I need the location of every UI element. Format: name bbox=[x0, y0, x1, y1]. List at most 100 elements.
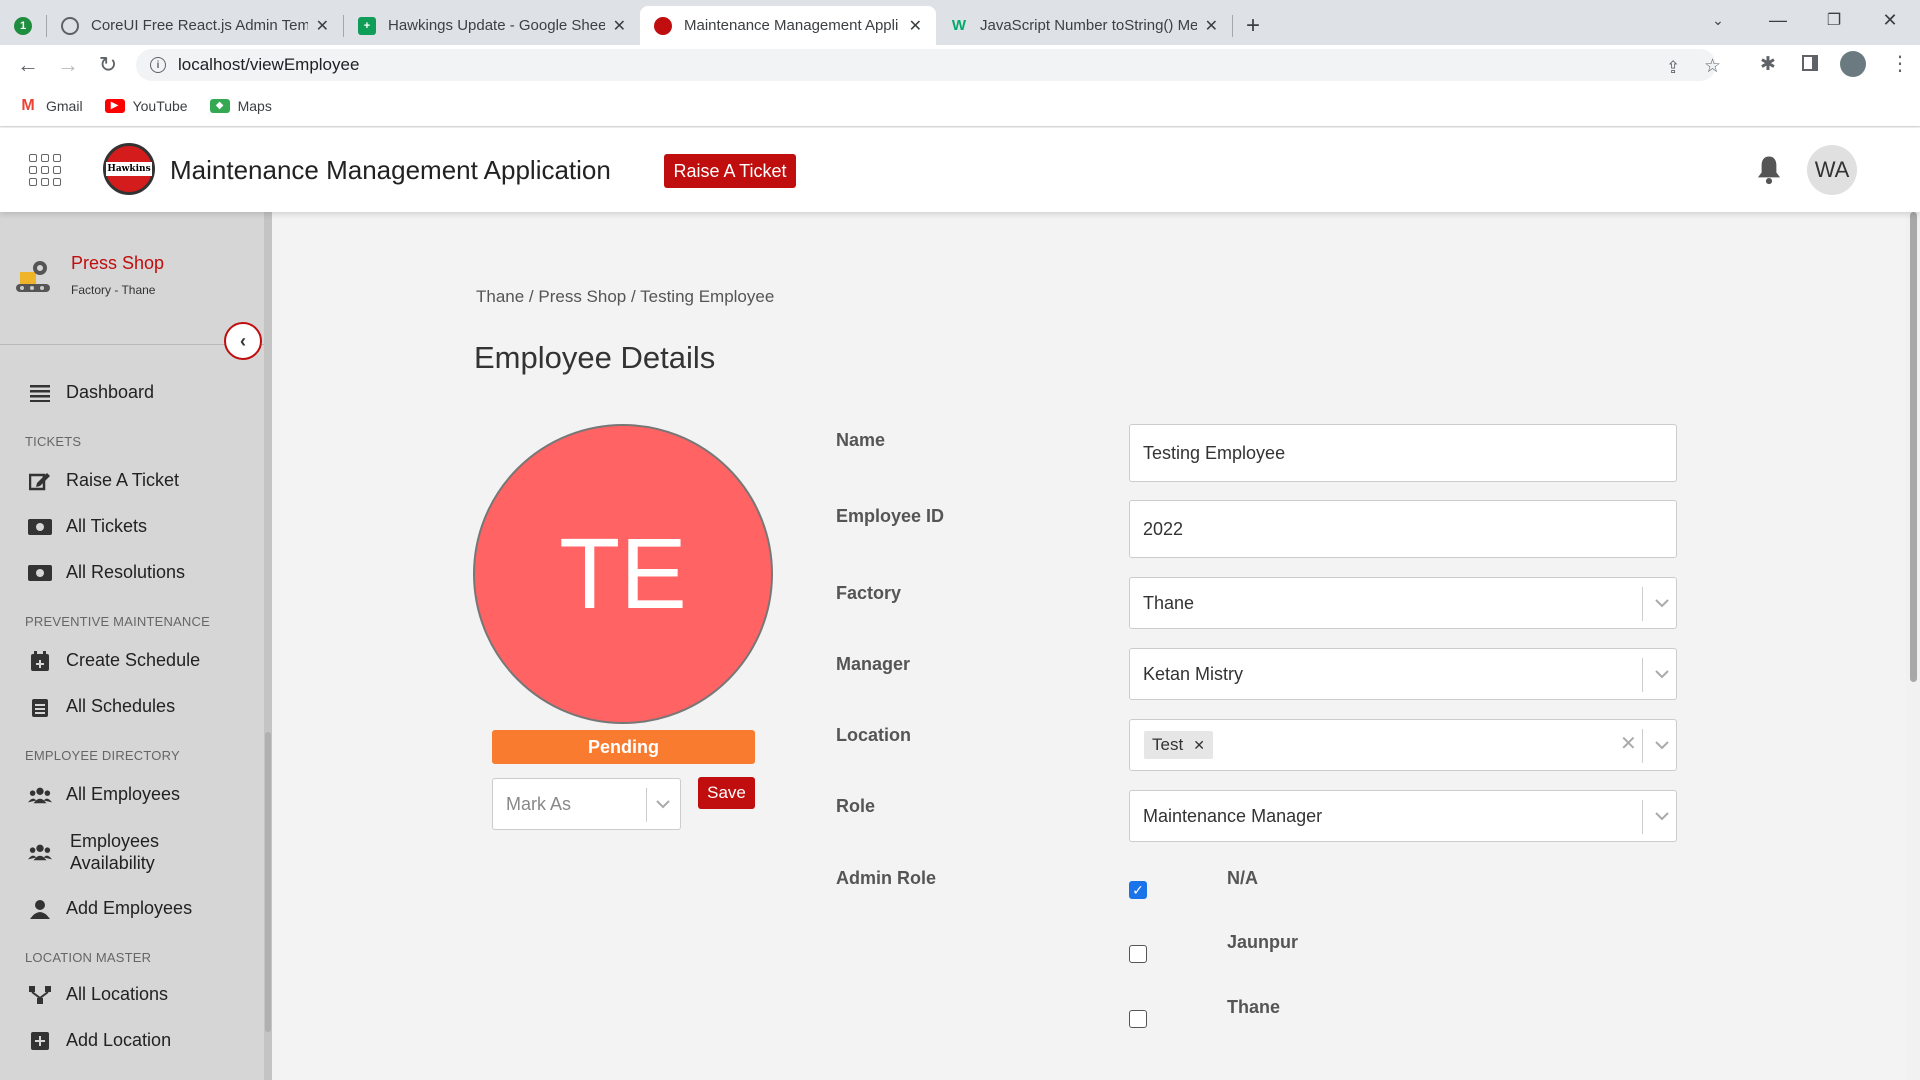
shop-subtitle: Factory - Thane bbox=[71, 283, 156, 297]
profile-avatar[interactable] bbox=[1840, 51, 1866, 77]
name-label: Name bbox=[836, 430, 886, 450]
resolution-icon bbox=[28, 563, 52, 583]
manager-value: Ketan Mistry bbox=[1143, 663, 1244, 684]
admin-role-na-checkbox[interactable]: ✓ bbox=[1129, 881, 1147, 899]
plus-square-icon bbox=[28, 1031, 52, 1051]
page-title: Employee Details bbox=[474, 340, 716, 375]
sidebar-item-raise-ticket[interactable]: Raise A Ticket bbox=[28, 470, 179, 491]
close-tab-icon[interactable]: ✕ bbox=[316, 16, 329, 36]
employee-avatar: TE bbox=[473, 424, 773, 724]
sheets-favicon-icon: + bbox=[358, 16, 376, 35]
sidebar-item-all-locations[interactable]: All Locations bbox=[28, 984, 168, 1005]
raise-ticket-button[interactable]: Raise A Ticket bbox=[664, 154, 796, 188]
bookmark-youtube[interactable]: ▶ YouTube bbox=[104, 98, 188, 114]
press-shop-icon bbox=[16, 261, 50, 292]
sidebar-item-dashboard[interactable]: Dashboard bbox=[28, 382, 154, 403]
site-info-icon[interactable]: i bbox=[150, 57, 166, 73]
admin-role-jaunpur-label: Jaunpur bbox=[1227, 932, 1299, 952]
minimize-button[interactable]: — bbox=[1750, 0, 1806, 40]
url-input[interactable]: i localhost/viewEmployee ⇪ ☆ bbox=[136, 49, 1721, 81]
manager-select[interactable]: Ketan Mistry bbox=[1129, 648, 1677, 700]
close-window-button[interactable]: ✕ bbox=[1862, 0, 1918, 40]
notification-bell-icon[interactable] bbox=[1754, 154, 1784, 186]
admin-role-label: Admin Role bbox=[836, 868, 937, 888]
factory-value: Thane bbox=[1143, 592, 1195, 613]
apps-grid-icon[interactable] bbox=[29, 154, 61, 186]
select-separator bbox=[1642, 729, 1643, 763]
sidebar-item-employees-availability[interactable]: Employees Availability bbox=[28, 830, 159, 874]
role-select[interactable]: Maintenance Manager bbox=[1129, 790, 1677, 842]
browser-menu-icon[interactable]: ⋮ bbox=[1890, 51, 1910, 76]
location-multiselect[interactable]: Test ✕ ✕ bbox=[1129, 719, 1677, 771]
sidebar-item-all-schedules[interactable]: All Schedules bbox=[28, 696, 175, 717]
remove-tag-icon[interactable]: ✕ bbox=[1193, 737, 1205, 754]
tab-maintenance-app[interactable]: Maintenance Management Appli ✕ bbox=[640, 6, 936, 45]
tab-pinned[interactable]: 1 bbox=[0, 6, 46, 45]
admin-role-jaunpur-checkbox[interactable] bbox=[1129, 945, 1147, 963]
back-arrow-icon[interactable]: ← bbox=[8, 47, 48, 83]
factory-select[interactable]: Thane bbox=[1129, 577, 1677, 629]
section-location-master: LOCATION MASTER bbox=[25, 950, 152, 965]
chevron-down-icon[interactable] bbox=[1652, 664, 1672, 684]
tab-search-icon[interactable]: ⌄ bbox=[1690, 0, 1746, 40]
chevron-down-icon[interactable] bbox=[1652, 593, 1672, 613]
location-label: Location bbox=[836, 725, 911, 745]
forward-arrow-icon[interactable]: → bbox=[48, 47, 88, 83]
reload-icon[interactable]: ↻ bbox=[88, 47, 128, 83]
status-badge: Pending bbox=[492, 730, 755, 764]
tab-javascript[interactable]: W JavaScript Number toString() Me ✕ bbox=[936, 6, 1232, 45]
calendar-plus-icon bbox=[28, 650, 52, 671]
sidebar-item-add-location[interactable]: Add Location bbox=[28, 1030, 171, 1051]
hawkins-favicon-icon bbox=[654, 16, 672, 35]
location-tag-label: Test bbox=[1152, 735, 1184, 754]
tab-title: Maintenance Management Appli bbox=[684, 17, 899, 34]
chevron-down-icon[interactable] bbox=[653, 794, 673, 814]
side-panel-icon[interactable] bbox=[1802, 55, 1818, 71]
gmail-icon: M bbox=[18, 97, 38, 114]
sidebar-item-all-employees[interactable]: All Employees bbox=[28, 784, 180, 805]
tab-google-sheet[interactable]: + Hawkings Update - Google Sheet ✕ bbox=[344, 6, 640, 45]
restore-button[interactable]: ❐ bbox=[1806, 0, 1862, 40]
tab-coreui[interactable]: CoreUI Free React.js Admin Temp ✕ bbox=[47, 6, 343, 45]
select-separator bbox=[646, 788, 647, 822]
chevron-down-icon[interactable] bbox=[1652, 806, 1672, 826]
mark-as-select[interactable]: Mark As bbox=[492, 778, 681, 830]
app-header: Hawkins Maintenance Management Applicati… bbox=[0, 128, 1920, 212]
page-scrollbar[interactable] bbox=[1906, 212, 1920, 1080]
users-icon bbox=[28, 785, 52, 805]
address-bar: ← → ↻ i localhost/viewEmployee ⇪ ☆ ✱ ⋮ bbox=[0, 45, 1920, 85]
share-icon[interactable]: ⇪ bbox=[1666, 58, 1680, 78]
name-field[interactable]: Testing Employee bbox=[1129, 424, 1677, 482]
sidebar-scrollbar[interactable] bbox=[264, 212, 272, 1080]
bookmark-gmail[interactable]: M Gmail bbox=[18, 97, 83, 114]
admin-role-thane-label: Thane bbox=[1227, 997, 1281, 1017]
sidebar-item-label: Create Schedule bbox=[66, 650, 201, 670]
close-tab-icon[interactable]: ✕ bbox=[613, 16, 626, 36]
sidebar-item-all-resolutions[interactable]: All Resolutions bbox=[28, 562, 185, 583]
close-tab-icon[interactable]: ✕ bbox=[909, 16, 922, 36]
manager-label: Manager bbox=[836, 654, 911, 674]
menu-lines-icon bbox=[28, 383, 52, 403]
sidebar-item-add-employees[interactable]: Add Employees bbox=[28, 898, 192, 919]
extensions-icon[interactable]: ✱ bbox=[1760, 53, 1776, 76]
close-tab-icon[interactable]: ✕ bbox=[1205, 16, 1218, 36]
bookmark-maps[interactable]: ◆ Maps bbox=[209, 98, 272, 114]
user-avatar[interactable]: WA bbox=[1807, 145, 1857, 195]
tab-favicon-icon: 1 bbox=[14, 16, 32, 35]
network-icon bbox=[28, 985, 52, 1005]
location-tag: Test ✕ bbox=[1144, 731, 1213, 759]
save-button[interactable]: Save bbox=[698, 777, 755, 809]
sidebar-item-label: Add Location bbox=[66, 1030, 172, 1050]
employee-id-field[interactable]: 2022 bbox=[1129, 500, 1677, 558]
admin-role-thane-checkbox[interactable] bbox=[1129, 1010, 1147, 1028]
collapse-sidebar-button[interactable]: ‹ bbox=[224, 322, 262, 360]
sidebar-item-create-schedule[interactable]: Create Schedule bbox=[28, 650, 200, 671]
sidebar-item-all-tickets[interactable]: All Tickets bbox=[28, 516, 147, 537]
role-label: Role bbox=[836, 796, 876, 816]
new-tab-button[interactable]: + bbox=[1233, 6, 1273, 45]
clear-icon[interactable]: ✕ bbox=[1620, 731, 1637, 756]
sidebar-item-label: All Tickets bbox=[66, 516, 148, 536]
chevron-down-icon[interactable] bbox=[1652, 735, 1672, 755]
bookmark-star-icon[interactable]: ☆ bbox=[1704, 55, 1721, 78]
url-text: localhost/viewEmployee bbox=[178, 55, 360, 74]
